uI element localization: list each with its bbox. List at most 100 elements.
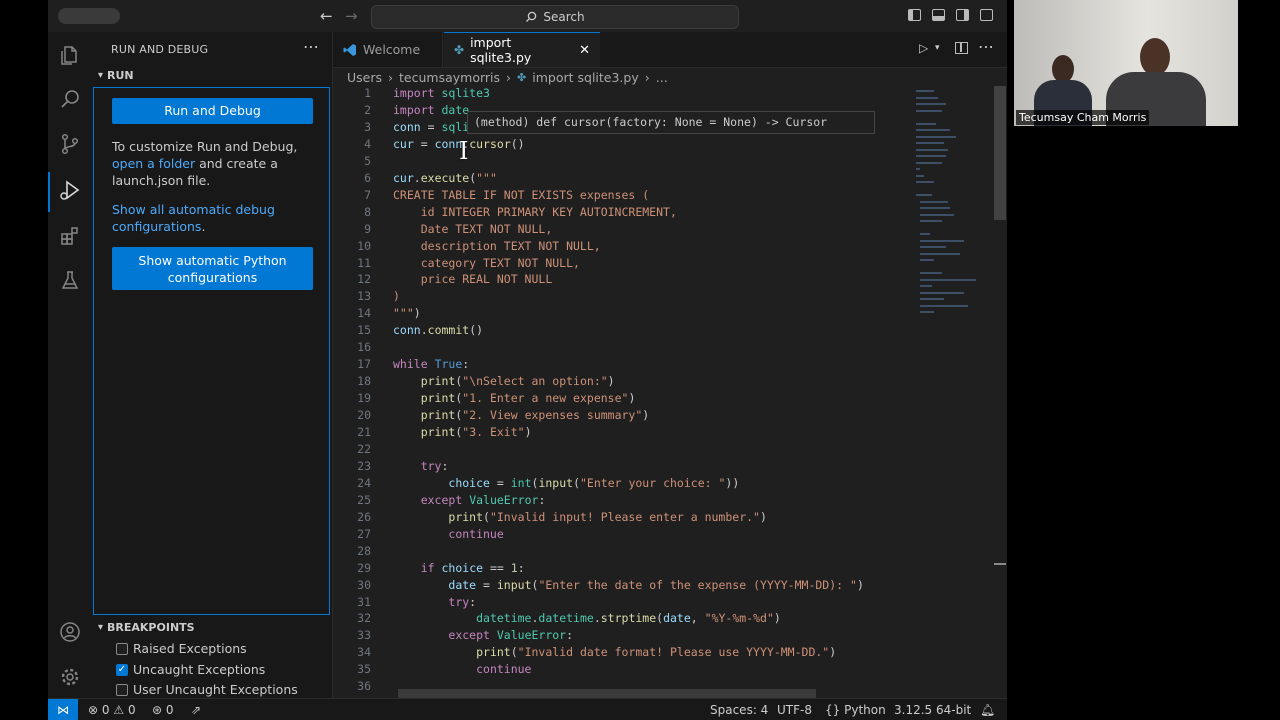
account-icon[interactable] xyxy=(56,618,84,646)
breadcrumb-file[interactable]: import sqlite3.py xyxy=(532,70,639,85)
checkbox-checked[interactable]: ✓ xyxy=(116,663,128,676)
breakpoint-label: Raised Exceptions xyxy=(133,641,247,656)
code-line[interactable]: 28 xyxy=(333,544,913,561)
checkbox[interactable] xyxy=(116,642,128,655)
code-line[interactable]: 34 print("Invalid date format! Please us… xyxy=(333,645,913,662)
language-mode[interactable]: {} Python xyxy=(825,703,886,717)
minimap-line xyxy=(920,285,932,287)
scroll-position-marker xyxy=(994,563,1006,565)
chevron-down-icon[interactable]: ▾ xyxy=(935,43,940,53)
breadcrumb-more[interactable]: ... xyxy=(656,70,668,85)
code-line[interactable]: 6 cur.execute(""" xyxy=(333,171,913,188)
broadcast-icon: ⊛ xyxy=(152,703,163,717)
code-line[interactable]: 26 print("Invalid input! Please enter a … xyxy=(333,510,913,527)
forward-arrow-icon[interactable]: → xyxy=(345,7,358,25)
run-debug-icon[interactable] xyxy=(56,176,84,204)
toggle-secondary-sidebar-icon[interactable] xyxy=(956,9,969,21)
python-interpreter[interactable]: 3.12.5 64-bit xyxy=(894,703,971,717)
code-line[interactable]: 30 date = input("Enter the date of the e… xyxy=(333,578,913,595)
code-line[interactable]: 12 price REAL NOT NULL xyxy=(333,272,913,289)
back-arrow-icon[interactable]: ← xyxy=(320,7,333,25)
minimap-line xyxy=(916,142,944,144)
minimap[interactable] xyxy=(912,86,992,326)
code-line[interactable]: 32 datetime.datetime.strptime(date, "%Y-… xyxy=(333,611,913,628)
indentation-setting[interactable]: Spaces: 4 xyxy=(710,703,768,717)
code-line[interactable]: 27 continue xyxy=(333,527,913,544)
code-line[interactable]: 20 print("2. View expenses summary") xyxy=(333,408,913,425)
notifications-bell-icon[interactable]: 🔔︎ xyxy=(980,703,995,717)
window-controls[interactable] xyxy=(58,8,120,24)
minimap-line xyxy=(920,298,944,300)
breakpoint-raised-exceptions[interactable]: Raised Exceptions xyxy=(116,641,247,656)
remote-indicator-icon[interactable]: ⋈ xyxy=(48,699,78,720)
code-line[interactable]: 25 except ValueError: xyxy=(333,493,913,510)
code-line[interactable]: 17 while True: xyxy=(333,357,913,374)
command-center-search[interactable]: Search xyxy=(371,5,739,29)
code-line[interactable]: 9 Date TEXT NOT NULL, xyxy=(333,222,913,239)
code-editor[interactable]: 1 import sqlite3 2 import date 3 conn = sqli 4… xyxy=(333,86,1007,698)
code-line[interactable]: 35 continue xyxy=(333,662,913,679)
horizontal-scrollbar[interactable] xyxy=(398,689,816,698)
code-line[interactable]: 24 choice = int(input("Enter your choice… xyxy=(333,476,913,493)
code-line[interactable]: 14 """) xyxy=(333,306,913,323)
code-line[interactable]: 15 conn.commit() xyxy=(333,323,913,340)
code-line[interactable]: 7 CREATE TABLE IF NOT EXISTS expenses ( xyxy=(333,188,913,205)
code-line[interactable]: 16 xyxy=(333,340,913,357)
breadcrumb-users[interactable]: Users xyxy=(347,70,382,85)
split-editor-icon[interactable] xyxy=(955,42,968,54)
problems-indicator[interactable]: ⊗ 0 ⚠ 0 xyxy=(88,703,136,717)
line-number: 16 xyxy=(357,340,371,355)
code-line[interactable]: 1 import sqlite3 xyxy=(333,86,913,103)
breakpoint-uncaught-exceptions[interactable]: ✓ Uncaught Exceptions xyxy=(116,662,265,677)
more-actions-icon[interactable]: ⋯ xyxy=(303,37,319,56)
code-line[interactable]: 5 xyxy=(333,154,913,171)
show-python-configurations-button[interactable]: Show automatic Python configurations xyxy=(112,247,313,290)
code-line[interactable]: 8 id INTEGER PRIMARY KEY AUTOINCREMENT, xyxy=(333,205,913,222)
search-icon[interactable] xyxy=(56,85,84,113)
warning-icon: ⚠ xyxy=(113,703,125,717)
checkbox[interactable] xyxy=(116,683,128,696)
ports-indicator[interactable]: ⊛ 0 xyxy=(152,703,174,717)
line-number: 24 xyxy=(357,475,371,490)
line-number: 25 xyxy=(357,492,371,507)
live-share-icon[interactable]: ⇗ xyxy=(191,703,201,717)
run-section-header[interactable]: ▾ RUN xyxy=(98,69,134,82)
more-actions-icon[interactable]: ⋯ xyxy=(978,37,994,56)
close-icon[interactable]: ✕ xyxy=(579,43,590,58)
settings-gear-icon[interactable] xyxy=(56,663,84,691)
breakpoints-header[interactable]: ▾ BREAKPOINTS xyxy=(98,621,195,634)
code-line[interactable]: 22 xyxy=(333,442,913,459)
code-line[interactable]: 23 try: xyxy=(333,459,913,476)
code-line[interactable]: 11 category TEXT NOT NULL, xyxy=(333,256,913,273)
breakpoint-user-uncaught-exceptions[interactable]: User Uncaught Exceptions xyxy=(116,682,298,697)
code-line[interactable]: 13) xyxy=(333,289,913,306)
code-line[interactable]: 31 try: xyxy=(333,595,913,612)
code-line[interactable]: 10 description TEXT NOT NULL, xyxy=(333,239,913,256)
extensions-icon[interactable] xyxy=(56,222,84,250)
encoding-setting[interactable]: UTF-8 xyxy=(777,703,812,717)
code-line[interactable]: 21 print("3. Exit") xyxy=(333,425,913,442)
run-and-debug-button[interactable]: Run and Debug xyxy=(112,98,313,124)
open-folder-link[interactable]: open a folder xyxy=(112,156,195,171)
minimap-line xyxy=(916,135,956,138)
customize-layout-icon[interactable] xyxy=(980,9,993,21)
code-text: conn = sqli xyxy=(393,119,470,134)
testing-icon[interactable] xyxy=(56,266,84,294)
toggle-panel-icon[interactable] xyxy=(932,9,945,21)
breadcrumb-home[interactable]: tecumsaymorris xyxy=(399,70,500,85)
code-line[interactable]: 18 print("\nSelect an option:") xyxy=(333,374,913,391)
code-line[interactable]: 4 cur = conn.cursor() xyxy=(333,137,913,154)
editor-tabs: Welcome ✤ import sqlite3.py ✕ ▷ ▾ ⋯ xyxy=(333,32,1007,68)
show-automatic-debug-link[interactable]: Show all automatic debug configurations xyxy=(112,202,275,234)
code-text: except ValueError: xyxy=(420,492,546,507)
run-file-icon[interactable]: ▷ xyxy=(919,41,928,55)
vertical-scrollbar[interactable] xyxy=(994,86,1006,220)
toggle-primary-sidebar-icon[interactable] xyxy=(908,9,921,21)
tab-import-sqlite3[interactable]: ✤ import sqlite3.py ✕ xyxy=(444,32,600,67)
code-line[interactable]: 33 except ValueError: xyxy=(333,628,913,645)
explorer-icon[interactable] xyxy=(56,41,84,69)
source-control-icon[interactable] xyxy=(56,130,84,158)
code-line[interactable]: 19 print("1. Enter a new expense") xyxy=(333,391,913,408)
tab-welcome[interactable]: Welcome xyxy=(333,32,443,67)
code-line[interactable]: 29 if choice == 1: xyxy=(333,561,913,578)
